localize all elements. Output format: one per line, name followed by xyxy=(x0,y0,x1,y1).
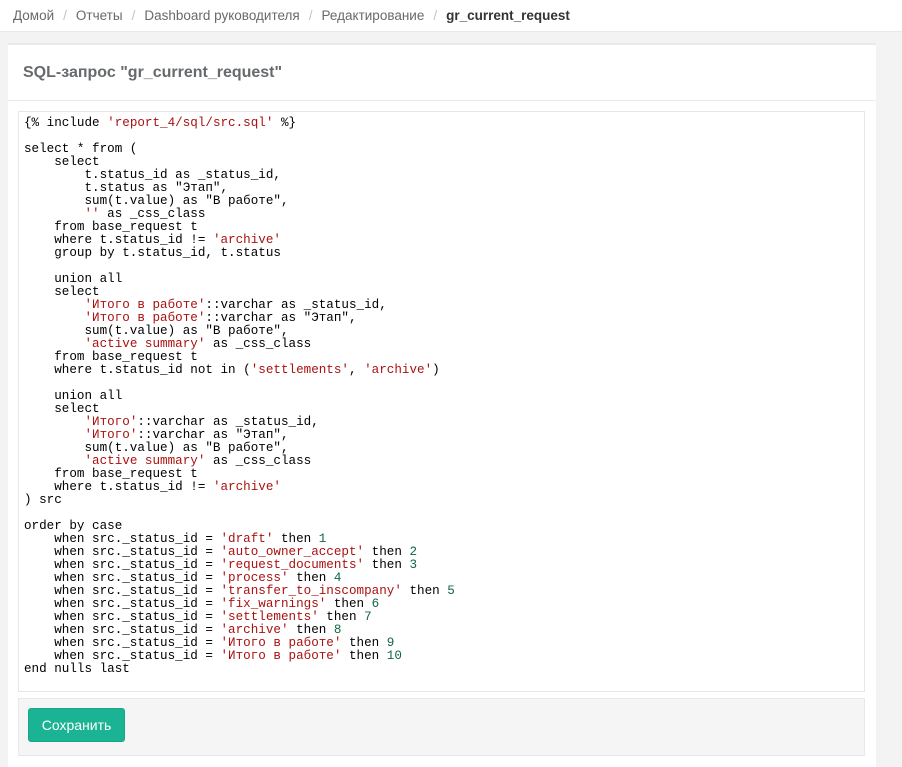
code-line: from base_request t xyxy=(24,467,198,481)
code-line: when src._status_id = 'archive' then 8 xyxy=(24,623,342,637)
code-line: from base_request t xyxy=(24,350,198,364)
sql-panel: SQL-запрос "gr_current_request" {% inclu… xyxy=(8,43,876,767)
code-line: sum(t.value) as "В работе", xyxy=(24,194,289,208)
code-line: when src._status_id = 'transfer_to_insco… xyxy=(24,584,455,598)
breadcrumb: Домой / Отчеты / Dashboard руководителя … xyxy=(0,0,902,32)
code-line: 'active summary' as _css_class xyxy=(84,337,312,351)
code-line: when src._status_id = 'settlements' then… xyxy=(24,610,372,624)
code-line: 'Итого в работе'::varchar as _status_id, xyxy=(84,298,387,312)
code-line: union all xyxy=(24,272,123,286)
panel-title: SQL-запрос "gr_current_request" xyxy=(8,45,876,101)
code-line: end nulls last xyxy=(24,662,130,676)
code-line: ) src xyxy=(24,493,62,507)
code-line: sum(t.value) as "В работе", xyxy=(24,324,289,338)
breadcrumb-separator: / xyxy=(308,8,313,23)
code-line: where t.status_id != 'archive' xyxy=(24,480,281,494)
code-line: group by t.status_id, t.status xyxy=(24,246,281,260)
code-line: from base_request t xyxy=(24,220,198,234)
sql-editor[interactable]: {% include 'report_4/sql/src.sql' %} sel… xyxy=(18,111,865,692)
code-line: t.status_id as _status_id, xyxy=(24,168,281,182)
code-line: when src._status_id = 'draft' then 1 xyxy=(24,532,327,546)
code-line: select xyxy=(24,402,100,416)
breadcrumb-reports[interactable]: Отчеты xyxy=(76,8,123,23)
sql-code[interactable]: {% include 'report_4/sql/src.sql' %} sel… xyxy=(24,117,859,676)
code-line: sum(t.value) as "В работе", xyxy=(24,441,289,455)
code-line: select * from ( xyxy=(24,142,138,156)
code-line: when src._status_id = 'Итого в работе' t… xyxy=(24,649,402,663)
code-line: 'active summary' as _css_class xyxy=(84,454,312,468)
breadcrumb-dashboard[interactable]: Dashboard руководителя xyxy=(144,8,299,23)
code-line: where t.status_id not in ('settlements',… xyxy=(24,363,440,377)
code-line: when src._status_id = 'process' then 4 xyxy=(24,571,342,585)
code-line: order by case xyxy=(24,519,123,533)
breadcrumb-edit[interactable]: Редактирование xyxy=(322,8,425,23)
breadcrumb-current: gr_current_request xyxy=(446,8,570,23)
code-line: 'Итого'::varchar as "Этап", xyxy=(84,428,289,442)
code-line: when src._status_id = 'request_documents… xyxy=(24,558,418,572)
code-line: select xyxy=(24,155,100,169)
breadcrumb-home[interactable]: Домой xyxy=(13,8,54,23)
code-line: where t.status_id != 'archive' xyxy=(24,233,281,247)
breadcrumb-separator: / xyxy=(63,8,67,23)
code-line: t.status as "Этап", xyxy=(24,181,229,195)
code-line: 'Итого в работе'::varchar as "Этап", xyxy=(84,311,357,325)
code-line: '' as _css_class xyxy=(84,207,206,221)
code-line: select xyxy=(24,285,100,299)
code-line: when src._status_id = 'Итого в работе' t… xyxy=(24,636,395,650)
breadcrumb-separator: / xyxy=(433,8,438,23)
code-line: {% include 'report_4/sql/src.sql' %} xyxy=(24,116,297,130)
breadcrumb-separator: / xyxy=(131,8,136,23)
form-footer: Сохранить xyxy=(18,698,865,756)
code-line: union all xyxy=(24,389,123,403)
code-line: 'Итого'::varchar as _status_id, xyxy=(84,415,319,429)
code-line: when src._status_id = 'fix_warnings' the… xyxy=(24,597,380,611)
save-button[interactable]: Сохранить xyxy=(28,708,125,742)
code-line: when src._status_id = 'auto_owner_accept… xyxy=(24,545,418,559)
